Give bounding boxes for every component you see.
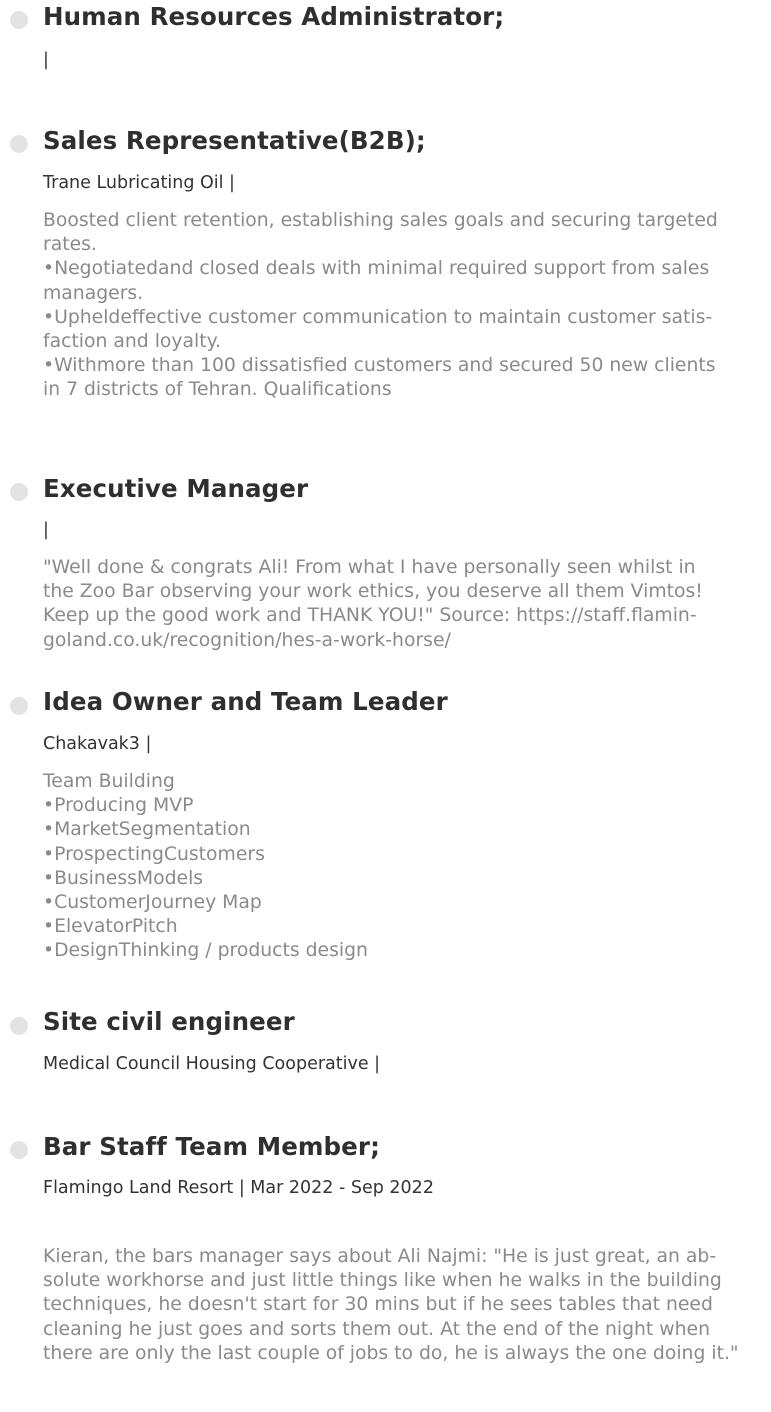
job-description: "Well done & congrats Ali! From what I h… [43,556,758,653]
job-title: Bar Staff Team Member; [43,1132,380,1161]
description-line: solute workhorse and just little things … [43,1270,722,1292]
description-line: •DesignThinking / products design [43,940,368,962]
description-line: •Upheldeffective customer communication … [43,306,713,328]
description-line: there are only the last couple of jobs t… [43,1342,739,1364]
description-line: •Withmore than 100 dissatisfied customer… [43,355,716,377]
description-line: techniques, he doesn't start for 30 mins… [43,1294,713,1316]
job-title: Site civil engineer [43,1007,295,1036]
description-line: Team Building [43,771,175,792]
description-line: •ElevatorPitch [43,916,178,938]
job-title: Sales Representative(B2B); [43,126,426,155]
description-line: managers. [43,282,144,304]
job-title: Executive Manager [43,474,309,503]
timeline-dot-icon [10,1017,28,1035]
job-description: Kieran, the bars manager says about Ali … [43,1245,758,1366]
timeline-dot-icon [10,1141,28,1159]
description-line: •Producing MVP [43,795,194,817]
timeline-dot-icon [10,697,28,715]
timeline-dot-icon [10,483,28,501]
description-line: rates. [43,234,97,256]
description-line: Kieran, the bars manager says about Ali … [43,1246,717,1267]
description-line: •BusinessModels [43,867,204,889]
job-description: Boosted client retention, establishing s… [43,209,758,403]
description-line: •Negotiatedand closed deals with minimal… [43,258,710,280]
description-line: the Zoo Bar observing your work ethics, … [43,581,703,603]
job-title: Idea Owner and Team Leader [43,687,448,716]
description-line: cleaning he just goes and sorts them out… [43,1318,710,1340]
job-company-meta: Medical Council Housing Cooperative | [43,1054,381,1074]
description-line: •ProspectingCustomers [43,843,265,865]
description-line: •CustomerJourney Map [43,892,262,914]
description-line: "Well done & congrats Ali! From what I h… [43,557,696,578]
description-line: •MarketSegmentation [43,819,251,841]
job-title: Human Resources Administrator; [43,2,505,31]
description-line: goland.co.uk/recognition/hes-a-work-hors… [43,629,451,651]
job-company-meta: | [43,50,49,70]
job-company-meta: Flamingo Land Resort | Mar 2022 - Sep 20… [43,1178,434,1198]
description-line: faction and loyalty. [43,331,222,353]
timeline-dot-icon [10,135,28,153]
timeline-dot-icon [10,11,28,29]
description-line: Keep up the good work and THANK YOU!" So… [43,605,697,627]
job-company-meta: Chakavak3 | [43,734,152,754]
job-description: Team Building •Producing MVP •MarketSegm… [43,770,368,964]
job-company-meta: | [43,520,49,540]
description-line: in 7 districts of Tehran. Qualifications [43,379,392,401]
description-line: Boosted client retention, establishing s… [43,210,718,231]
job-company-meta: Trane Lubricating Oil | [43,173,235,193]
